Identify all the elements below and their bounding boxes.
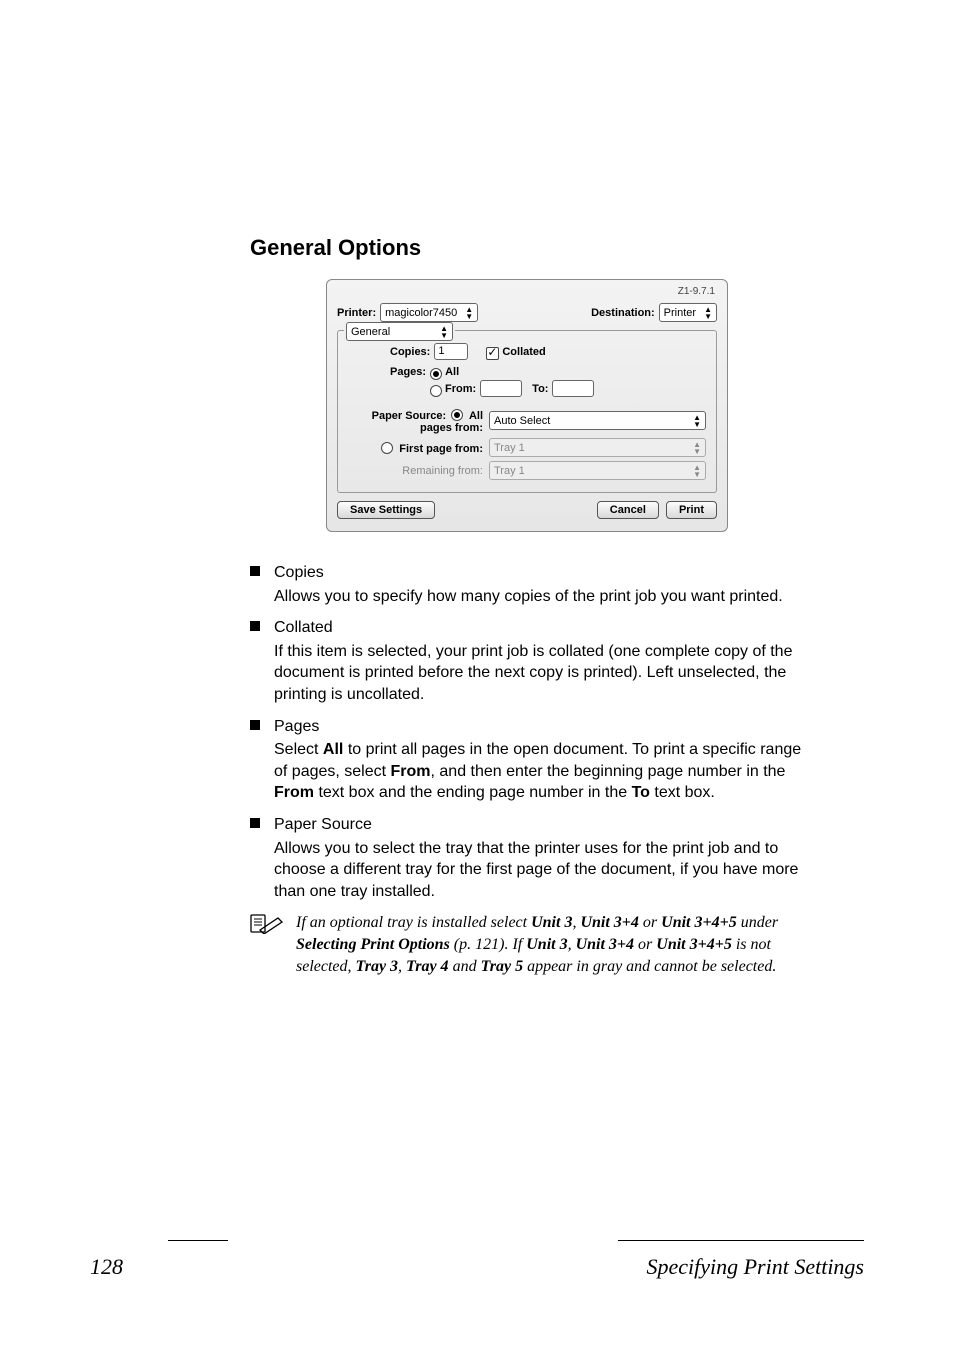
collated-checkbox[interactable] [486, 347, 499, 360]
updown-icon: ▲▼ [704, 306, 712, 320]
source-all-radio[interactable] [451, 409, 463, 421]
bullet-icon [250, 566, 260, 576]
print-button[interactable]: Print [666, 501, 717, 519]
list-item: Collated If this item is selected, your … [250, 617, 804, 705]
dialog-version: Z1-9.7.1 [337, 286, 715, 297]
item-title: Copies [274, 562, 804, 584]
t: , [568, 936, 576, 953]
footer-rule [618, 1240, 864, 1241]
copies-input[interactable]: 1 [434, 343, 468, 360]
t: under [737, 914, 778, 931]
t: and [449, 958, 481, 975]
first-page-label: First page from: [399, 443, 483, 455]
first-page-row: First page from: [348, 440, 489, 455]
updown-icon: ▲▼ [693, 414, 701, 428]
pages-to-input[interactable] [552, 380, 594, 397]
collated-label: Collated [502, 346, 545, 358]
paper-source-label: Paper Source: All pages from: [348, 407, 489, 434]
pages-from-input[interactable] [480, 380, 522, 397]
pages-all-radio[interactable] [430, 368, 442, 380]
t: appear in gray and cannot be selected. [523, 958, 776, 975]
cancel-button[interactable]: Cancel [597, 501, 659, 519]
pages-label: Pages: [390, 366, 426, 378]
t: text box and the ending page number in t… [314, 784, 632, 801]
t: text box. [650, 784, 715, 801]
destination-select[interactable]: Printer ▲▼ [659, 303, 717, 322]
source-first-radio[interactable] [381, 442, 393, 454]
all-pages-select-value: Auto Select [494, 415, 685, 427]
printer-select[interactable]: magicolor7450 ▲▼ [380, 303, 478, 322]
item-body: Allows you to specify how many copies of… [274, 588, 783, 605]
bullet-icon [250, 818, 260, 828]
t: Unit 3+4 [576, 936, 634, 953]
t: Selecting Print Options [296, 936, 450, 953]
option-descriptions: Copies Allows you to specify how many co… [250, 562, 804, 977]
t: , [398, 958, 406, 975]
destination-select-value: Printer [664, 307, 696, 319]
t: Select [274, 741, 323, 758]
tab-select[interactable]: General ▲▼ [346, 322, 453, 341]
item-body: If this item is selected, your print job… [274, 643, 792, 703]
print-dialog: Z1-9.7.1 Printer: magicolor7450 ▲▼ Desti… [326, 279, 728, 532]
pages-to-label: To: [532, 383, 548, 395]
bullet-icon [250, 720, 260, 730]
t: Unit 3 [526, 936, 567, 953]
printer-select-value: magicolor7450 [385, 307, 457, 319]
t: Unit 3+4 [580, 914, 638, 931]
save-settings-button[interactable]: Save Settings [337, 501, 435, 519]
remaining-select: Tray 1 ▲▼ [489, 461, 706, 480]
paper-source-label-text: Paper Source: [372, 410, 447, 422]
remaining-label: Remaining from: [348, 465, 489, 477]
first-page-select-value: Tray 1 [494, 442, 685, 454]
first-page-select: Tray 1 ▲▼ [489, 438, 706, 457]
item-body: Allows you to select the tray that the p… [274, 840, 798, 900]
t: or [634, 936, 656, 953]
list-item: Paper Source Allows you to select the tr… [250, 814, 804, 902]
t: Unit 3+4+5 [661, 914, 737, 931]
list-item: Pages Select All to print all pages in t… [250, 716, 804, 804]
t: To [632, 784, 650, 801]
footer-rule [168, 1240, 228, 1241]
tab-select-value: General [351, 326, 390, 338]
bullet-icon [250, 621, 260, 631]
t: Tray 3 [356, 958, 399, 975]
t: All [323, 741, 343, 758]
t: or [639, 914, 661, 931]
destination-label: Destination: [591, 307, 655, 319]
updown-icon: ▲▼ [440, 325, 448, 339]
note: If an optional tray is installed select … [250, 912, 804, 977]
note-icon [250, 912, 284, 941]
pages-from-radio[interactable] [430, 385, 442, 397]
copies-label: Copies: [390, 346, 430, 358]
item-title: Pages [274, 716, 804, 738]
item-title: Collated [274, 617, 804, 639]
page-footer: 128 Specifying Print Settings [90, 1254, 864, 1280]
item-body: Select All to print all pages in the ope… [274, 741, 801, 801]
printer-label: Printer: [337, 307, 376, 319]
pages-from-label: From: [445, 383, 476, 395]
item-title: Paper Source [274, 814, 804, 836]
t: Tray 4 [406, 958, 449, 975]
updown-icon: ▲▼ [693, 464, 701, 478]
updown-icon: ▲▼ [465, 306, 473, 320]
general-fieldset: General ▲▼ Copies: 1 Collated Pages: All [337, 330, 717, 493]
t: From [391, 763, 431, 780]
page-number: 128 [90, 1254, 123, 1280]
t: From [274, 784, 314, 801]
updown-icon: ▲▼ [693, 441, 701, 455]
list-item: Copies Allows you to specify how many co… [250, 562, 804, 607]
all-pages-select[interactable]: Auto Select ▲▼ [489, 411, 706, 430]
t: If an optional tray is installed select [296, 914, 531, 931]
pages-all-label: All [445, 366, 459, 378]
section-heading: General Options [250, 235, 804, 261]
t: Tray 5 [481, 958, 524, 975]
t: (p. 121). If [450, 936, 526, 953]
t: Unit 3+4+5 [656, 936, 732, 953]
t: , and then enter the beginning page numb… [431, 763, 786, 780]
section-title: Specifying Print Settings [646, 1254, 864, 1280]
remaining-select-value: Tray 1 [494, 465, 685, 477]
t: Unit 3 [531, 914, 572, 931]
